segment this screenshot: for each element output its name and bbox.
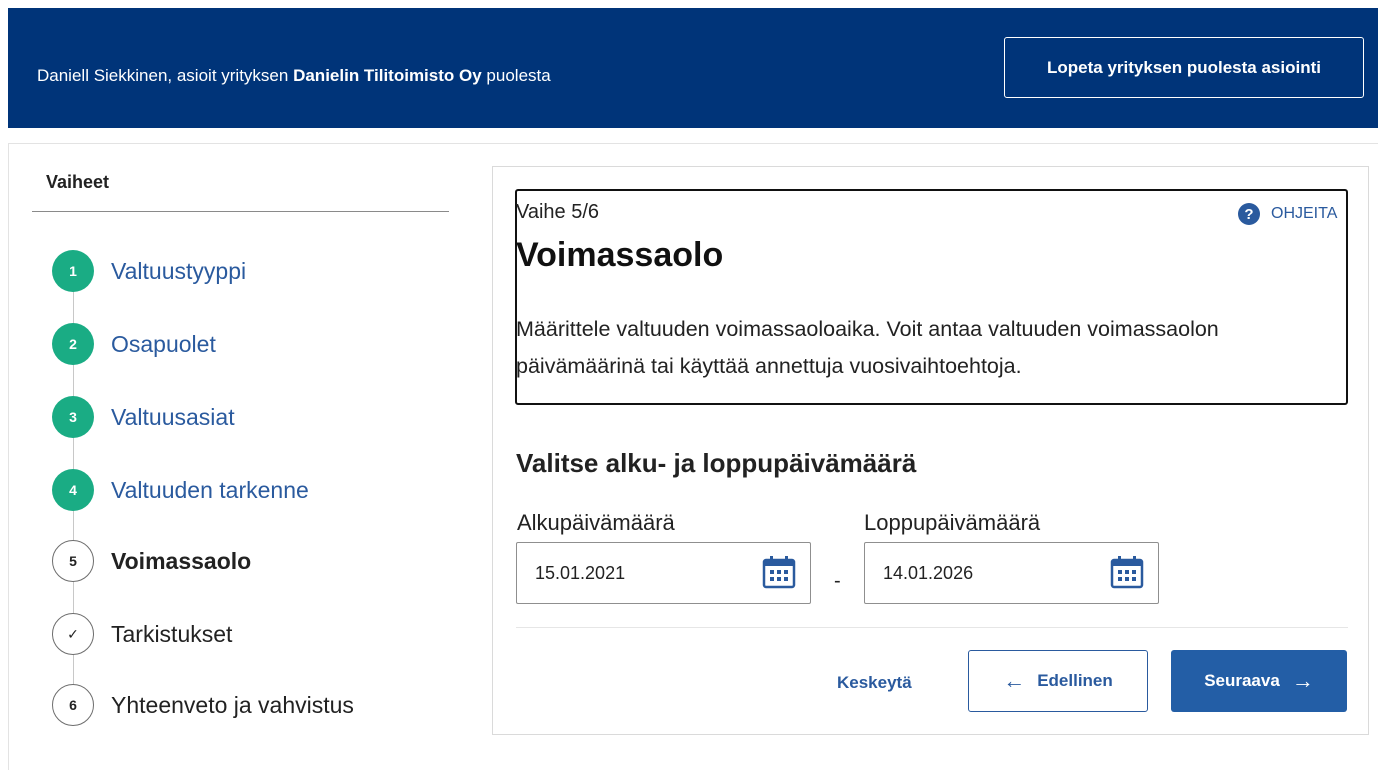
step-label: Tarkistukset bbox=[111, 620, 233, 647]
step-number-badge: 3 bbox=[52, 396, 94, 438]
page-title: Voimassaolo bbox=[516, 236, 724, 274]
start-date-input[interactable] bbox=[517, 543, 757, 603]
phase-indicator: Vaihe 5/6 bbox=[516, 201, 600, 223]
calendar-icon[interactable] bbox=[762, 556, 796, 589]
content-border-left bbox=[8, 143, 9, 770]
acting-user-text: Daniell Siekkinen, asioit yrityksen bbox=[37, 66, 289, 85]
step-label: Voimassaolo bbox=[111, 547, 252, 574]
step-label[interactable]: Valtuusasiat bbox=[111, 404, 235, 431]
calendar-icon[interactable] bbox=[1110, 556, 1144, 589]
step-valtuustyyppi[interactable]: 1 Valtuustyyppi bbox=[52, 250, 246, 292]
step-label[interactable]: Valtuustyyppi bbox=[111, 258, 246, 285]
help-link[interactable]: ? OHJEITA bbox=[1238, 203, 1337, 225]
arrow-left-icon: ← bbox=[1003, 668, 1026, 693]
next-button[interactable]: Seuraava → bbox=[1171, 650, 1347, 712]
step-osapuolet[interactable]: 2 Osapuolet bbox=[52, 323, 216, 365]
step-number-badge: 6 bbox=[52, 684, 94, 726]
end-date-field[interactable] bbox=[864, 542, 1159, 604]
step-label: Yhteenveto ja vahvistus bbox=[111, 691, 354, 718]
step-label[interactable]: Osapuolet bbox=[111, 331, 216, 358]
steps-heading: Vaiheet bbox=[46, 172, 110, 192]
end-date-input[interactable] bbox=[865, 543, 1105, 603]
help-icon: ? bbox=[1238, 203, 1260, 225]
step-tarkistukset: ✓ Tarkistukset bbox=[52, 613, 232, 655]
step-number-badge: 1 bbox=[52, 250, 94, 292]
next-button-label[interactable]: Seuraava bbox=[1204, 671, 1280, 691]
date-range-separator: - bbox=[834, 570, 841, 592]
start-date-field[interactable] bbox=[516, 542, 811, 604]
content-border-top bbox=[8, 143, 1378, 144]
previous-button[interactable]: ← Edellinen bbox=[968, 650, 1148, 712]
page-description: Määrittele valtuuden voimassaoloaika. Vo… bbox=[516, 317, 1219, 378]
step-yhteenveto-ja-vahvistus: 6 Yhteenveto ja vahvistus bbox=[52, 684, 354, 726]
step-number-badge: 2 bbox=[52, 323, 94, 365]
acting-suffix-text: puolesta bbox=[486, 66, 551, 85]
step-valtuuden-tarkenne[interactable]: 4 Valtuuden tarkenne bbox=[52, 469, 309, 511]
step-label[interactable]: Valtuuden tarkenne bbox=[111, 477, 309, 504]
steps-divider bbox=[32, 211, 449, 212]
step-valtuusasiat[interactable]: 3 Valtuusasiat bbox=[52, 396, 235, 438]
step-number-badge: 4 bbox=[52, 469, 94, 511]
arrow-right-icon: → bbox=[1291, 668, 1314, 693]
cancel-button[interactable]: Keskeytä bbox=[837, 673, 912, 693]
actions-divider bbox=[516, 627, 1348, 628]
step-voimassaolo: 5 Voimassaolo bbox=[52, 540, 251, 582]
header-bar: Daniell Siekkinen, asioit yrityksen Dani… bbox=[8, 8, 1378, 128]
acting-on-behalf-text: Daniell Siekkinen, asioit yrityksen Dani… bbox=[37, 66, 551, 86]
date-section-title: Valitse alku- ja loppupäivämäärä bbox=[516, 448, 917, 478]
company-name: Danielin Tilitoimisto Oy bbox=[293, 66, 482, 85]
end-company-session-button[interactable]: Lopeta yrityksen puolesta asiointi bbox=[1004, 37, 1364, 98]
previous-button-label[interactable]: Edellinen bbox=[1037, 671, 1113, 691]
help-label[interactable]: OHJEITA bbox=[1271, 205, 1337, 223]
step-number-badge: 5 bbox=[52, 540, 94, 582]
checkmark-icon: ✓ bbox=[52, 613, 94, 655]
end-date-label: Loppupäivämäärä bbox=[864, 510, 1041, 535]
start-date-label: Alkupäivämäärä bbox=[517, 510, 675, 535]
